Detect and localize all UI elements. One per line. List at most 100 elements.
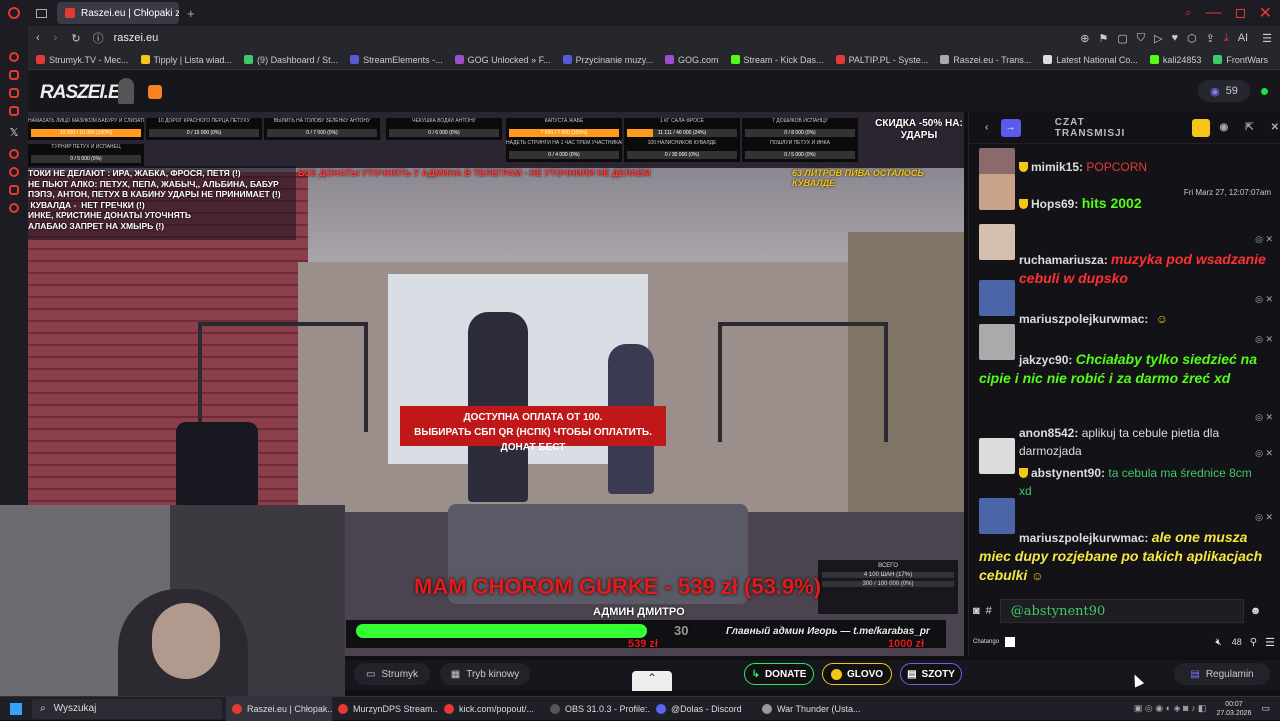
chat-username[interactable]: ruchamariusza: xyxy=(1019,253,1108,267)
emoji-icon[interactable]: ☻ xyxy=(1250,605,1262,617)
bookmark-item[interactable]: GOG Unlocked » F... xyxy=(454,55,551,65)
maximize-icon[interactable] xyxy=(1235,8,1245,18)
delete-message-icon[interactable]: ◎ ✕ xyxy=(1255,448,1273,459)
reload-icon[interactable]: ↻ xyxy=(71,32,80,45)
zoom-icon[interactable]: ⊕ xyxy=(1080,32,1089,45)
bookmark-item[interactable]: Tipply | Lista wiad... xyxy=(140,55,232,65)
back-icon[interactable]: ‹ xyxy=(36,32,40,44)
discord-icon[interactable]: ◉ xyxy=(1220,122,1230,133)
chat-username[interactable]: jakzyc90: xyxy=(1019,353,1072,367)
bookmark-item[interactable]: Przycinanie muzy... xyxy=(562,55,653,65)
browser-logo-icon[interactable] xyxy=(8,7,20,19)
close-window-icon[interactable]: ✕ xyxy=(1259,3,1272,23)
chat-username[interactable]: abstynent90: xyxy=(1031,466,1105,480)
taskbar-app[interactable]: @Dolas - Discord xyxy=(650,697,756,721)
webcam-feed[interactable] xyxy=(0,505,345,696)
bookmark-item[interactable]: PALTIP.PL - Syste... xyxy=(835,55,928,65)
tab-raszei[interactable]: Raszei.eu | Chłopaki z ✕ xyxy=(57,2,179,24)
kofi-icon[interactable] xyxy=(148,85,162,99)
bookmark-item[interactable]: Stream - Kick Das... xyxy=(730,55,824,65)
pin-icon[interactable]: ⚲ xyxy=(1250,637,1257,648)
delete-message-icon[interactable]: ◎ ✕ xyxy=(1255,412,1273,423)
taskbar-app[interactable]: kick.com/popout/... xyxy=(438,697,544,721)
bookmark-item[interactable]: Raszei.eu - Trans... xyxy=(940,55,1031,65)
sidebar-bag-icon[interactable] xyxy=(9,70,19,80)
extensions-icon[interactable]: ⬡ xyxy=(1187,32,1197,45)
bookmark-item[interactable]: GOG.com xyxy=(665,55,719,65)
taskbar-search[interactable]: ⌕ Wyszukaj xyxy=(32,698,222,719)
taskbar-app[interactable]: OBS 31.0.3 - Profile:... xyxy=(544,697,650,721)
coin-icon[interactable] xyxy=(1192,118,1210,137)
chatango-label[interactable]: Chatango xyxy=(973,639,999,645)
bookmark-item[interactable]: kali24853 xyxy=(1149,55,1201,65)
sidebar-clock-icon[interactable] xyxy=(9,167,19,177)
new-tab-button[interactable]: + xyxy=(187,6,195,21)
chat-input[interactable] xyxy=(999,599,1244,623)
heart-icon[interactable]: ♥ xyxy=(1171,32,1178,44)
delete-message-icon[interactable]: ◎ ✕ xyxy=(1255,234,1273,245)
bookmark-favicon-icon xyxy=(36,55,45,64)
bookmark-item[interactable]: FrontWars xyxy=(1213,55,1268,65)
chat-username[interactable]: mariuszpolejkurwmac: xyxy=(1019,312,1148,326)
forward-icon[interactable]: › xyxy=(54,32,58,44)
url-field[interactable]: raszei.eu xyxy=(114,32,159,44)
chat-username[interactable]: mimik15: xyxy=(1031,160,1083,174)
menu-icon[interactable]: ☰ xyxy=(1262,32,1272,45)
hash-icon[interactable]: # xyxy=(986,605,992,617)
minimize-icon[interactable]: — xyxy=(1206,4,1222,22)
strumyk-button[interactable]: ▭ Strumyk xyxy=(354,663,430,685)
camera-icon[interactable]: ◙ xyxy=(973,605,980,617)
sidebar-flow-icon[interactable] xyxy=(9,52,19,62)
bookmark-item[interactable]: (9) Dashboard / St... xyxy=(244,55,338,65)
sidebar-play-icon[interactable] xyxy=(9,149,19,159)
tray-icons[interactable]: ▣ ◎ ◉ ◐ ◈ ◙ ♪ ◧ xyxy=(1134,703,1207,714)
delete-message-icon[interactable]: ◎ ✕ xyxy=(1255,334,1273,345)
shield-icon[interactable]: ⛉ xyxy=(1137,32,1145,45)
chat-username[interactable]: Hops69: xyxy=(1031,197,1078,211)
site-info-icon[interactable]: ⓘ xyxy=(93,30,104,46)
play-icon[interactable]: ▷ xyxy=(1154,32,1162,45)
delete-message-icon[interactable]: ◎ ✕ xyxy=(1255,512,1273,523)
sidebar-player-icon[interactable] xyxy=(9,106,19,116)
cinema-mode-button[interactable]: ▦ Tryb kinowy xyxy=(440,663,530,685)
sidebar-settings-icon[interactable] xyxy=(9,203,19,213)
screenshot-icon[interactable]: ▢ xyxy=(1117,32,1127,45)
donate-button[interactable]: ↳ DONATE xyxy=(744,663,814,685)
chat-close-icon[interactable]: ✕ xyxy=(1271,122,1280,133)
szoty-button[interactable]: ▤ SZOTY xyxy=(900,663,962,685)
chat-back-icon[interactable]: ‹ xyxy=(985,122,989,133)
taskbar-app[interactable]: War Thunder (Usta... xyxy=(756,697,862,721)
bookmark-item[interactable]: Strumyk.TV - Mec... xyxy=(36,55,129,65)
sidebar-cube-icon[interactable] xyxy=(9,185,19,195)
chat-menu-icon[interactable]: ☰ xyxy=(1265,636,1275,649)
taskbar-app[interactable]: MurzynDPS Stream... xyxy=(332,697,438,721)
sidebar-messages-icon[interactable] xyxy=(9,88,19,98)
sidebar-x-icon[interactable]: 𝕏 xyxy=(0,126,28,139)
mute-icon[interactable]: 🔇︎ xyxy=(1215,637,1221,648)
chat-username[interactable]: mariuszpolejkurwmac: xyxy=(1019,531,1148,545)
clock[interactable]: 00:07 27.03.2026 xyxy=(1216,700,1251,718)
windows-start-icon[interactable] xyxy=(10,702,22,715)
taskbar-app[interactable]: Raszei.eu | Chłopak... xyxy=(226,696,332,721)
chat-forward-button[interactable]: → xyxy=(1001,118,1021,137)
delete-message-icon[interactable]: ◎ ✕ xyxy=(1255,294,1273,305)
chatango-box-icon[interactable] xyxy=(1005,637,1016,647)
clock-date: 27.03.2026 xyxy=(1216,709,1252,717)
regulamin-button[interactable]: ▤ Regulamin xyxy=(1174,663,1270,685)
bookmark-item[interactable]: StreamElements -... xyxy=(350,55,443,65)
ai-button[interactable]: AI xyxy=(1238,32,1248,44)
bookmark-item[interactable]: Latest National Co... xyxy=(1043,55,1138,65)
bookmarks-bar: Strumyk.TV - Mec... Tipply | Lista wiad..… xyxy=(0,50,1280,70)
search-tabs-icon[interactable]: ⌕ xyxy=(1185,7,1191,20)
bookmark-icon[interactable]: ⚑ xyxy=(1098,32,1108,45)
popout-icon[interactable]: ⇱ xyxy=(1245,122,1254,133)
glovo-button[interactable]: GLOVO xyxy=(822,663,892,685)
expand-up-button[interactable]: ⌃ xyxy=(632,671,672,691)
chat-username[interactable]: anon8542: xyxy=(1019,426,1078,440)
download-icon[interactable]: ⤓ xyxy=(1224,32,1229,45)
notification-icon[interactable]: ▭ xyxy=(1261,703,1270,714)
progress-mid: 30 xyxy=(674,623,689,638)
workspaces-icon[interactable] xyxy=(36,8,47,18)
share-icon[interactable]: ⇪ xyxy=(1206,32,1215,45)
rule-line: ТОКИ НЕ ДЕЛАЮТ : ИРА, ЖАБКА, ФРОСЯ, ПЕТЯ… xyxy=(28,168,241,178)
